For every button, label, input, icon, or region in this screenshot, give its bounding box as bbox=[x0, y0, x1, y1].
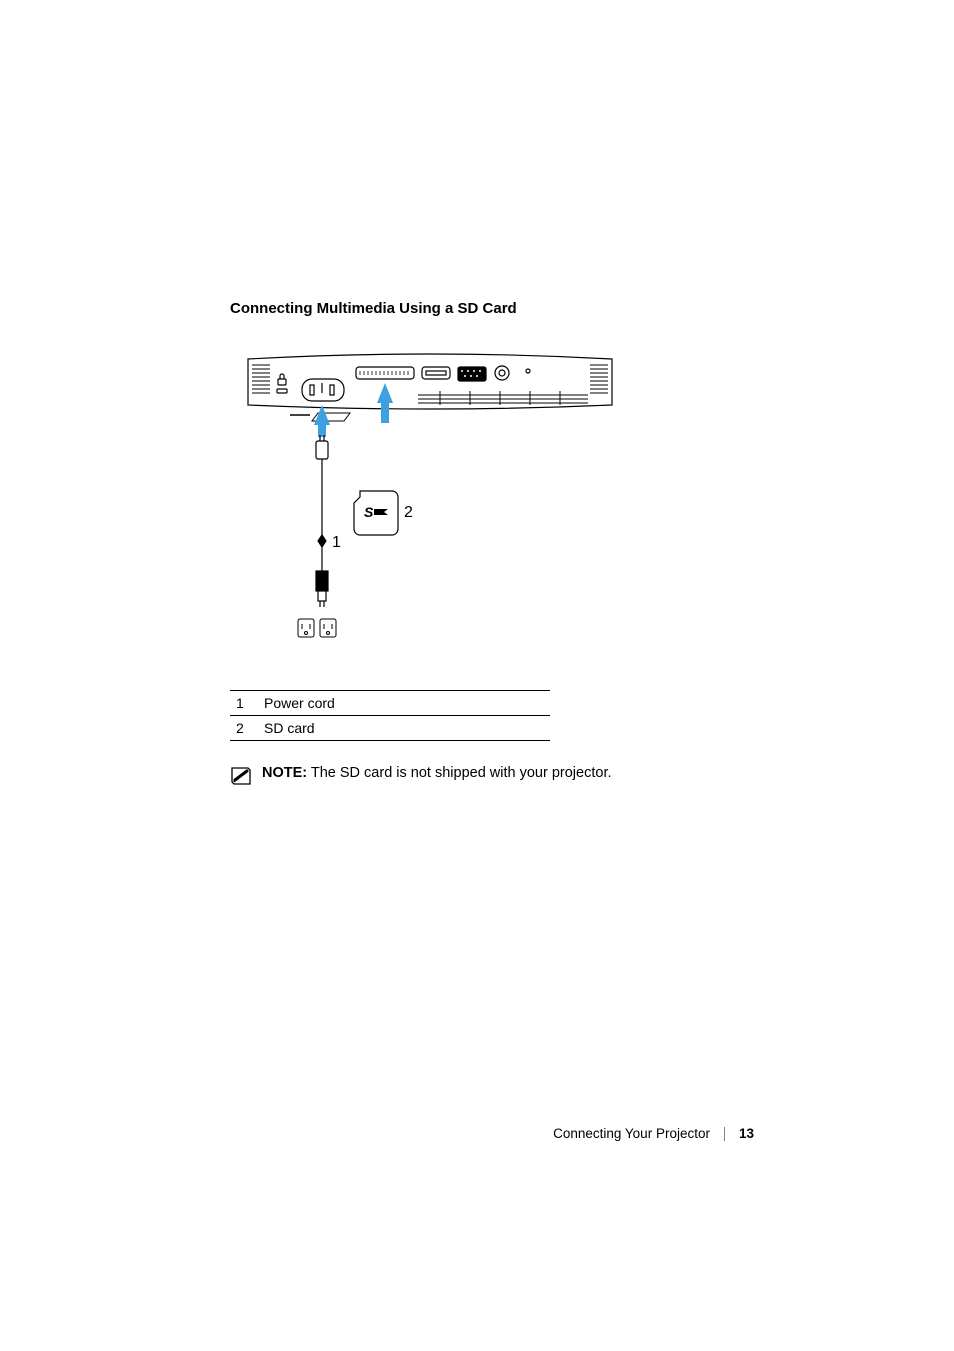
legend-label: SD card bbox=[258, 716, 550, 741]
note-label: NOTE: bbox=[262, 765, 307, 781]
projector-outline bbox=[248, 354, 612, 421]
table-row: 2 SD card bbox=[230, 716, 550, 741]
arrow-sd bbox=[377, 383, 393, 423]
note-icon bbox=[230, 766, 252, 791]
outlet-graphic bbox=[298, 619, 336, 637]
note-text: NOTE: The SD card is not shipped with yo… bbox=[262, 765, 612, 781]
footer-separator bbox=[724, 1127, 725, 1141]
power-cord-graphic bbox=[316, 435, 328, 607]
callout-1: 1 bbox=[332, 534, 341, 551]
legend-table: 1 Power cord 2 SD card bbox=[230, 690, 550, 741]
note-body: The SD card is not shipped with your pro… bbox=[307, 765, 611, 781]
section-heading: Connecting Multimedia Using a SD Card bbox=[230, 300, 750, 317]
table-row: 1 Power cord bbox=[230, 691, 550, 716]
connection-diagram: S 1 2 bbox=[240, 345, 750, 650]
legend-num: 1 bbox=[230, 691, 258, 716]
legend-num: 2 bbox=[230, 716, 258, 741]
callout-2: 2 bbox=[404, 504, 413, 521]
svg-text:S: S bbox=[364, 504, 374, 520]
page-number: 13 bbox=[739, 1126, 754, 1141]
sd-card-graphic: S bbox=[354, 491, 398, 535]
arrow-power bbox=[314, 405, 330, 437]
page-footer: Connecting Your Projector 13 bbox=[553, 1126, 754, 1141]
note-block: NOTE: The SD card is not shipped with yo… bbox=[230, 765, 750, 791]
legend-label: Power cord bbox=[258, 691, 550, 716]
footer-section: Connecting Your Projector bbox=[553, 1126, 710, 1141]
